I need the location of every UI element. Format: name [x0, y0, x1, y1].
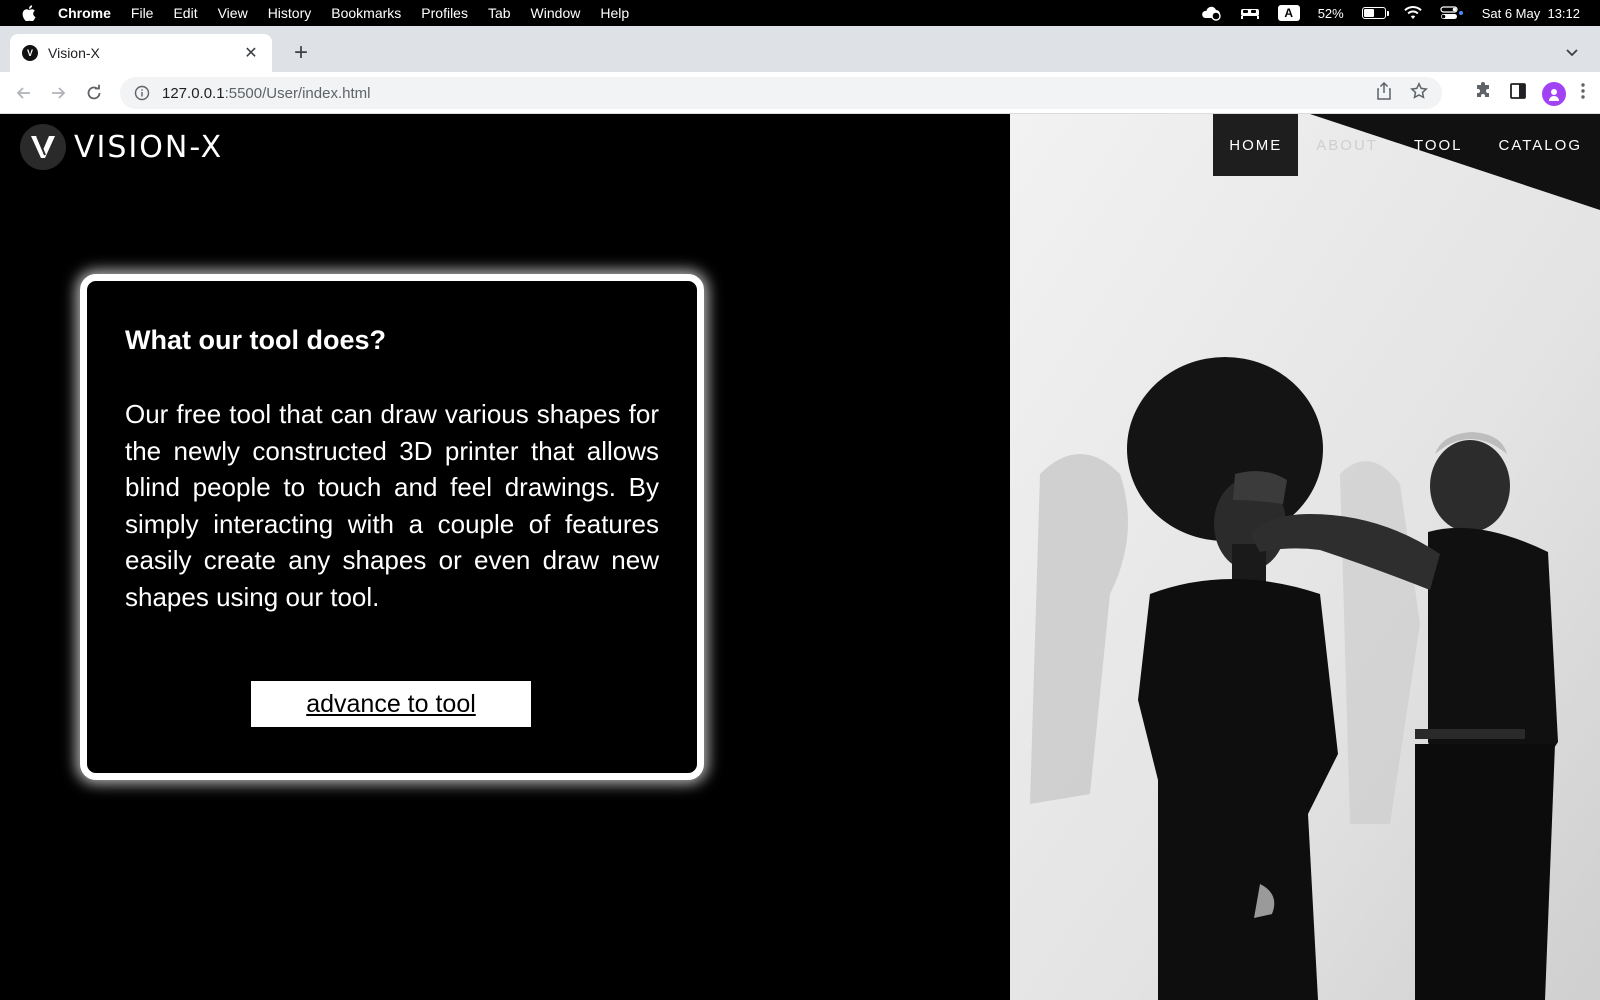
- menu-app-name[interactable]: Chrome: [58, 5, 111, 21]
- browser-tab[interactable]: V Vision-X ✕: [10, 34, 272, 72]
- url-host: 127.0.0.1: [162, 84, 225, 102]
- bookmark-star-icon[interactable]: [1410, 82, 1428, 104]
- nav-about[interactable]: ABOUT: [1298, 114, 1396, 176]
- forward-button[interactable]: [46, 81, 70, 105]
- omnibox-actions: [1376, 77, 1428, 109]
- site-logo[interactable]: VISION-X: [20, 124, 223, 170]
- card-heading: What our tool does?: [125, 325, 386, 355]
- extensions-puzzle-icon[interactable]: [1474, 81, 1494, 106]
- logo-text: VISION-X: [74, 129, 224, 165]
- status-area: A 52% Sat 6 May 13:12: [1200, 0, 1580, 26]
- vision-x-logo-icon: [20, 124, 66, 170]
- forward-arrow-icon: [52, 87, 66, 99]
- close-tab-icon[interactable]: ✕: [242, 43, 260, 63]
- menu-edit[interactable]: Edit: [173, 5, 197, 21]
- battery-icon[interactable]: [1361, 7, 1389, 19]
- cloud-sync-icon[interactable]: [1200, 5, 1222, 21]
- wifi-icon[interactable]: [1404, 6, 1422, 20]
- advance-to-tool-button[interactable]: advance to tool: [251, 681, 531, 727]
- bed-icon[interactable]: [1240, 6, 1260, 20]
- new-tab-button[interactable]: +: [288, 39, 314, 66]
- input-source-icon[interactable]: A: [1277, 5, 1300, 21]
- macos-menu-bar: Chrome File Edit View History Bookmarks …: [0, 0, 1600, 26]
- reload-button[interactable]: [82, 81, 106, 105]
- tab-search-chevron-icon[interactable]: [1564, 44, 1580, 60]
- card-body: Our free tool that can draw various shap…: [125, 399, 659, 612]
- address-bar[interactable]: 127.0.0.1:5500/User/index.html: [120, 77, 1442, 109]
- battery-percent: 52%: [1317, 5, 1344, 21]
- tab-title: Vision-X: [48, 45, 100, 61]
- menu-file[interactable]: File: [131, 5, 154, 21]
- battery-fill: [1363, 9, 1375, 17]
- back-button[interactable]: [12, 81, 36, 105]
- tab-strip: V Vision-X ✕ +: [0, 26, 1600, 72]
- side-panel-icon[interactable]: [1508, 81, 1528, 106]
- info-card: What our tool does? Our free tool that c…: [80, 274, 704, 780]
- menu-bookmarks[interactable]: Bookmarks: [331, 5, 401, 21]
- chrome-menu-kebab-icon[interactable]: [1580, 82, 1586, 105]
- control-center-icon[interactable]: [1440, 6, 1464, 20]
- browser-toolbar: 127.0.0.1:5500/User/index.html: [0, 72, 1600, 114]
- toolbar-right: [1474, 81, 1586, 106]
- menu-view[interactable]: View: [218, 5, 248, 21]
- nav-home[interactable]: HOME: [1213, 114, 1299, 176]
- nav-catalog[interactable]: CATALOG: [1481, 114, 1600, 176]
- profile-avatar[interactable]: [1542, 81, 1566, 106]
- site-favicon-icon: V: [22, 45, 38, 61]
- menu-profiles[interactable]: Profiles: [421, 5, 468, 21]
- reload-icon: [87, 84, 101, 100]
- share-icon[interactable]: [1376, 81, 1392, 104]
- menu-window[interactable]: Window: [531, 5, 581, 21]
- site-info-icon[interactable]: [134, 85, 150, 101]
- back-arrow-icon: [16, 87, 30, 99]
- menu-tab[interactable]: Tab: [488, 5, 511, 21]
- url-path: :5500/User/index.html: [224, 84, 371, 102]
- clock[interactable]: Sat 6 May 13:12: [1482, 6, 1580, 21]
- menu-help[interactable]: Help: [600, 5, 629, 21]
- menu-history[interactable]: History: [268, 5, 312, 21]
- hero-photo: [1010, 114, 1600, 1000]
- main-nav: HOME ABOUT TOOL CATALOG: [1213, 114, 1600, 176]
- apple-icon[interactable]: [22, 5, 36, 21]
- web-page: VISION-X HOME ABOUT TOOL CATALOG What ou…: [0, 114, 1600, 1000]
- nav-tool[interactable]: TOOL: [1396, 114, 1481, 176]
- profile-avatar-icon: [1549, 88, 1559, 101]
